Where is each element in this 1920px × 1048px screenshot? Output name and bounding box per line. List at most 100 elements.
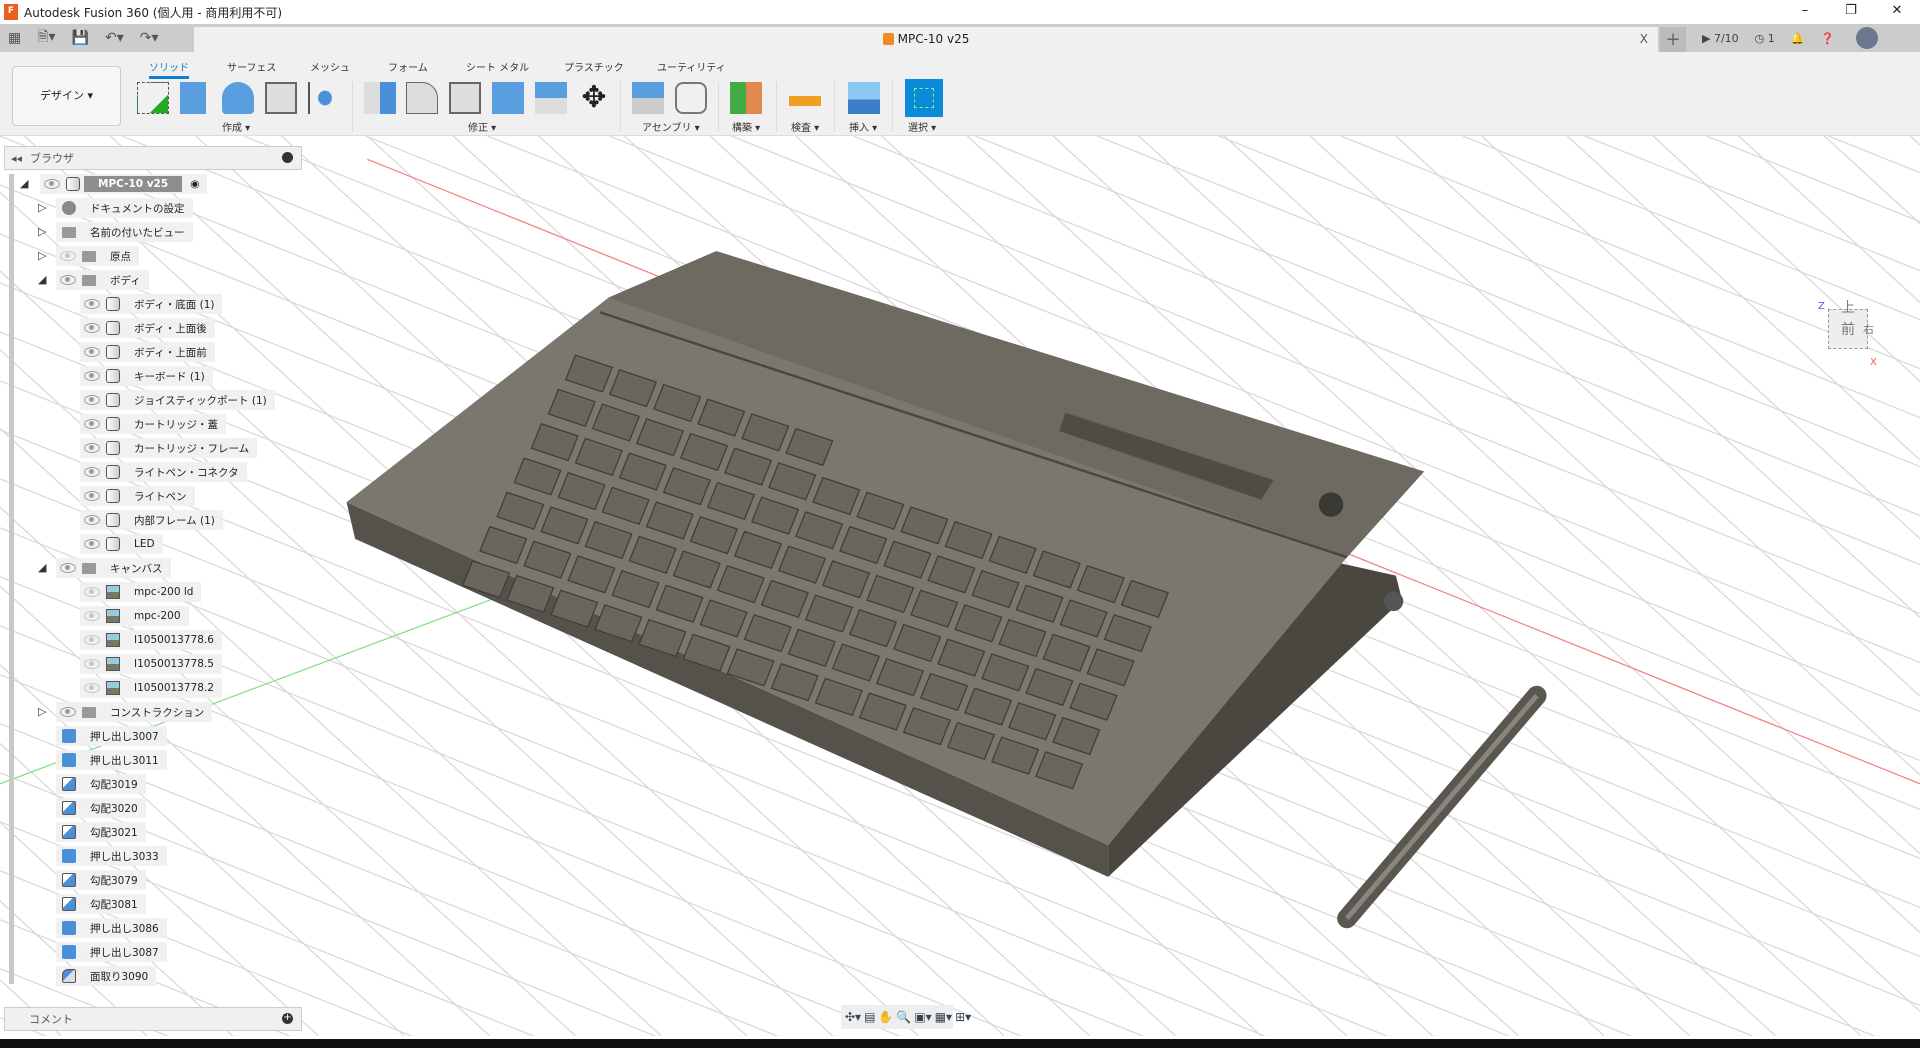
clock-status[interactable]: ◷ 1: [1755, 32, 1775, 45]
tree-item[interactable]: 勾配3021: [56, 822, 146, 842]
tree-item[interactable]: 面取り3090: [56, 966, 157, 986]
pan-icon[interactable]: ✋: [878, 1010, 893, 1024]
press-pull-icon[interactable]: [364, 82, 396, 114]
document-tab[interactable]: MPC-10 v25 X: [194, 27, 1658, 52]
tree-item[interactable]: ライトペン・コネクタ: [80, 462, 247, 482]
fillet-icon[interactable]: [406, 82, 438, 114]
tree-item[interactable]: キャンバス: [56, 558, 171, 578]
viewports-icon[interactable]: ⊞▾: [955, 1010, 971, 1024]
tree-item[interactable]: 押し出し3033: [56, 846, 167, 866]
minimize-browser-icon[interactable]: [282, 152, 293, 163]
zoom-icon[interactable]: 🔍: [896, 1010, 911, 1024]
visibility-eye-icon[interactable]: [60, 707, 76, 717]
browser-scrollbar[interactable]: [9, 174, 14, 984]
expand-toggle-icon[interactable]: ◢: [38, 562, 48, 574]
tree-item[interactable]: 押し出し3011: [56, 750, 167, 770]
group-modify[interactable]: 修正 ▾: [468, 119, 496, 134]
expand-toggle-icon[interactable]: ◢: [20, 178, 30, 190]
visibility-eye-icon[interactable]: [60, 563, 76, 573]
combine-icon[interactable]: [492, 82, 524, 114]
visibility-eye-icon[interactable]: [44, 179, 60, 189]
extrude-icon[interactable]: [180, 82, 206, 114]
tree-item[interactable]: 押し出し3007: [56, 726, 167, 746]
job-status[interactable]: ▶ 7/10: [1702, 32, 1739, 45]
visibility-eye-icon[interactable]: [84, 515, 100, 525]
visibility-eye-icon[interactable]: [84, 395, 100, 405]
help-icon[interactable]: ❓: [1820, 32, 1834, 45]
tab-sheet-metal[interactable]: シート メタル: [466, 59, 529, 74]
redo-icon[interactable]: ↷▾: [140, 30, 159, 46]
tree-item[interactable]: 押し出し3086: [56, 918, 167, 938]
minimize-button[interactable]: –: [1782, 0, 1828, 24]
restore-button[interactable]: ❐: [1828, 0, 1874, 24]
orbit-icon[interactable]: ✣▾: [845, 1010, 861, 1024]
tab-surface[interactable]: サーフェス: [227, 59, 276, 74]
expand-toggle-icon[interactable]: ▷: [38, 706, 48, 718]
browser-header[interactable]: ◂◂ ブラウザ: [4, 146, 302, 170]
collapse-browser-icon[interactable]: ◂◂: [11, 152, 22, 165]
hidden-eye-icon[interactable]: [84, 683, 100, 693]
viewcube-body[interactable]: 前 上 右: [1828, 300, 1874, 349]
expand-toggle-icon[interactable]: ◢: [38, 274, 48, 286]
comments-panel[interactable]: コメント +: [4, 1007, 302, 1031]
tab-mesh[interactable]: メッシュ: [310, 59, 350, 74]
tree-item[interactable]: 名前の付いたビュー: [56, 222, 193, 242]
group-insert[interactable]: 挿入 ▾: [849, 119, 877, 134]
visibility-eye-icon[interactable]: [84, 419, 100, 429]
hidden-eye-icon[interactable]: [84, 587, 100, 597]
tree-item[interactable]: 勾配3020: [56, 798, 146, 818]
visibility-eye-icon[interactable]: [84, 443, 100, 453]
expand-toggle-icon[interactable]: ▷: [38, 202, 48, 214]
file-menu-icon[interactable]: 🗎▾: [37, 26, 55, 50]
visibility-eye-icon[interactable]: [60, 275, 76, 285]
group-construct[interactable]: 構築 ▾: [732, 119, 760, 134]
tree-item[interactable]: 勾配3019: [56, 774, 146, 794]
tree-item[interactable]: ライトペン: [80, 486, 195, 506]
tree-item[interactable]: ボディ・底面 (1): [80, 294, 223, 314]
close-tab-button[interactable]: X: [1640, 27, 1648, 52]
tree-item[interactable]: ボディ・上面後: [80, 318, 215, 338]
offset-plane-icon[interactable]: [730, 82, 762, 114]
undo-icon[interactable]: ↶▾: [105, 30, 124, 46]
tree-item[interactable]: I1050013778.2: [80, 678, 222, 698]
tree-item[interactable]: mpc-200: [80, 606, 189, 626]
close-window-button[interactable]: ✕: [1874, 0, 1920, 24]
tree-item[interactable]: 勾配3079: [56, 870, 146, 890]
viewcube-right[interactable]: 右: [1863, 310, 1874, 350]
apps-grid-icon[interactable]: ▦: [8, 30, 21, 46]
expand-toggle-icon[interactable]: ▷: [38, 250, 48, 262]
hole-icon[interactable]: [265, 82, 297, 114]
grid-settings-icon[interactable]: ▦▾: [935, 1010, 952, 1024]
group-inspect[interactable]: 検査 ▾: [791, 119, 819, 134]
tree-item[interactable]: ドキュメントの設定: [56, 198, 193, 218]
pattern-icon[interactable]: [308, 82, 340, 114]
tree-item[interactable]: I1050013778.5: [80, 654, 222, 674]
group-create[interactable]: 作成 ▾: [222, 119, 250, 134]
tree-item[interactable]: ジョイスティックポート (1): [80, 390, 275, 410]
tree-item[interactable]: LED: [80, 534, 163, 554]
activate-radio-icon[interactable]: ◉: [190, 178, 199, 190]
split-body-icon[interactable]: [535, 82, 567, 114]
model-canvas[interactable]: [0, 136, 1920, 1036]
select-icon[interactable]: [905, 79, 943, 117]
tree-item[interactable]: コンストラクション: [56, 702, 213, 722]
visibility-eye-icon[interactable]: [84, 323, 100, 333]
new-tab-button[interactable]: +: [1660, 27, 1686, 52]
joint-icon[interactable]: [675, 82, 707, 114]
look-at-icon[interactable]: ▤: [864, 1010, 875, 1024]
visibility-eye-icon[interactable]: [84, 491, 100, 501]
display-settings-icon[interactable]: ▣▾: [914, 1010, 931, 1024]
notification-bell-icon[interactable]: 🔔: [1791, 32, 1805, 45]
tree-root[interactable]: MPC-10 v25 ◉: [40, 174, 208, 194]
visibility-eye-icon[interactable]: [84, 347, 100, 357]
view-cube[interactable]: 前 上 右 Z X: [1818, 300, 1877, 371]
revolve-icon[interactable]: [222, 82, 254, 114]
hidden-eye-icon[interactable]: [84, 659, 100, 669]
tree-item[interactable]: I1050013778.6: [80, 630, 222, 650]
tree-item[interactable]: 押し出し3087: [56, 942, 167, 962]
tree-item[interactable]: カートリッジ・フレーム: [80, 438, 258, 458]
tree-item[interactable]: キーボード (1): [80, 366, 213, 386]
hidden-eye-icon[interactable]: [84, 635, 100, 645]
visibility-eye-icon[interactable]: [84, 299, 100, 309]
tree-item[interactable]: 原点: [56, 246, 139, 266]
